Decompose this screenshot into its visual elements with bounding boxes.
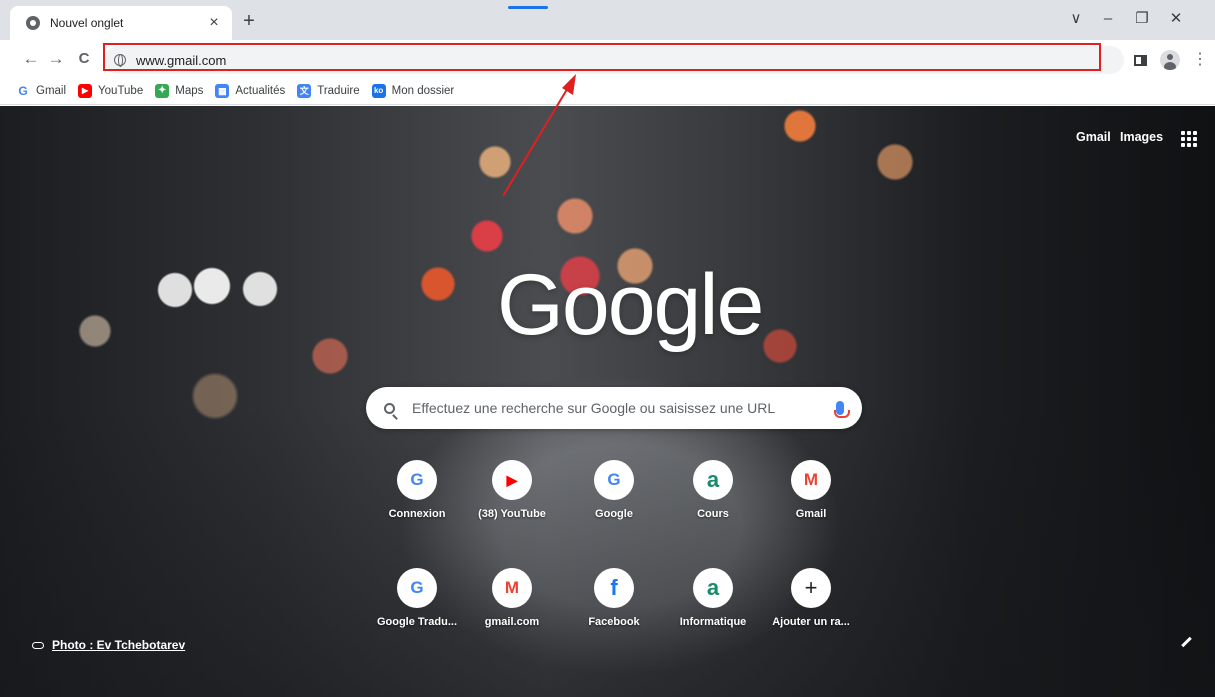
shortcut-facebook[interactable]: f Facebook [566,568,662,628]
plus-icon: + [791,568,831,608]
close-window-button[interactable]: ✕ [1166,10,1186,28]
shortcut-label: Ajouter un ra... [772,616,850,628]
photo-credit[interactable]: Photo : Ev Tchebotarev [32,638,185,652]
maps-icon: ✦ [155,84,170,98]
side-panel-icon[interactable] [1134,55,1147,66]
site-info-icon[interactable] [114,54,126,67]
translate-icon: G [397,568,437,608]
bookmark-label: Maps [175,85,204,97]
shortcut-google[interactable]: G Google [566,460,662,520]
close-tab-button[interactable]: × [206,15,222,31]
youtube-icon: ▶ [492,460,532,500]
shortcut-label: (38) YouTube [478,508,546,520]
google-logo: Google [497,257,764,353]
search-input[interactable]: Effectuez une recherche sur Google ou sa… [412,400,836,416]
shortcut-connexion[interactable]: G Connexion [369,460,465,520]
shortcut-youtube[interactable]: ▶ (38) YouTube [464,460,560,520]
photo-credit-text[interactable]: Photo : Ev Tchebotarev [52,638,185,652]
shortcut-label: Connexion [388,508,446,520]
bookmark-label: Actualités [235,85,286,97]
folder-icon: ko [371,84,386,98]
reload-button[interactable]: C [73,48,95,70]
shortcut-gmail-com[interactable]: M gmail.com [464,568,560,628]
new-tab-page: Gmail Images Google Effectuez une recher… [0,106,1215,697]
bookmark-label: Mon dossier [391,85,455,97]
news-icon: ▦ [215,84,230,98]
shortcut-label: gmail.com [484,616,540,628]
apps-grid-icon[interactable] [1181,131,1197,147]
shortcut-informatique[interactable]: a Informatique [665,568,761,628]
bookmark-label: Traduire [317,85,360,97]
address-url[interactable]: www.gmail.com [136,53,226,68]
chrome-icon [26,16,40,30]
microphone-icon[interactable] [834,401,850,418]
tab-search-button[interactable]: ∨ [1066,10,1086,28]
tab-indicator [508,6,548,9]
search-box[interactable]: Effectuez une recherche sur Google ou sa… [366,387,862,429]
shortcut-label: Cours [697,508,729,520]
shortcut-label: Gmail [795,508,827,520]
back-button[interactable]: ← [20,48,42,70]
shortcut-label: Google [595,508,633,520]
facebook-icon: f [594,568,634,608]
shortcut-cours[interactable]: a Cours [665,460,761,520]
bookmark-youtube[interactable]: ▶ YouTube [78,84,143,98]
tab-title: Nouvel onglet [50,16,124,30]
gmail-icon: M [492,568,532,608]
search-icon [384,402,395,414]
shortcut-label: Facebook [588,616,640,628]
tab-strip: Nouvel onglet × + ∨ – ❐ ✕ [0,0,1215,40]
gmail-icon: M [791,460,831,500]
youtube-icon: ▶ [78,84,93,98]
restore-button[interactable]: ❐ [1132,10,1152,28]
moodle-icon: a [693,460,733,500]
google-icon: G [594,460,634,500]
bookmark-actualites[interactable]: ▦ Actualités [215,84,285,98]
translate-icon: 文 [297,84,312,98]
gmail-link[interactable]: Gmail [1076,130,1111,144]
bookmark-label: YouTube [98,85,144,97]
address-bar[interactable]: www.gmail.com [104,46,1124,74]
shortcut-label: Google Tradu... [376,616,458,628]
bookmark-maps[interactable]: ✦ Maps [155,84,203,98]
shortcut-google-traduction[interactable]: G Google Tradu... [369,568,465,628]
toolbar: ← → C www.gmail.com ⋮ [0,40,1215,78]
shortcut-add[interactable]: + Ajouter un ra... [763,568,859,628]
bookmark-traduire[interactable]: 文 Traduire [297,84,360,98]
minimize-button[interactable]: – [1098,10,1118,28]
bookmark-mon-dossier[interactable]: ko Mon dossier [371,84,455,98]
menu-button[interactable]: ⋮ [1192,49,1208,69]
images-link[interactable]: Images [1120,130,1163,144]
new-tab-button[interactable]: + [238,11,260,33]
link-icon [32,641,44,649]
google-icon: G [16,84,30,98]
moodle-icon: a [693,568,733,608]
bookmark-gmail[interactable]: G Gmail [16,84,66,98]
shortcut-gmail[interactable]: M Gmail [763,460,859,520]
profile-avatar[interactable] [1160,50,1180,70]
tab-new-tab[interactable]: Nouvel onglet × [10,6,232,40]
google-icon: G [397,460,437,500]
bookmark-label: Gmail [36,85,67,97]
bookmarks-bar: G Gmail ▶ YouTube ✦ Maps ▦ Actualités 文 Tradu… [0,78,1215,105]
shortcut-label: Informatique [679,616,747,628]
customize-pencil-icon[interactable] [1181,636,1192,648]
forward-button[interactable]: → [45,48,67,70]
